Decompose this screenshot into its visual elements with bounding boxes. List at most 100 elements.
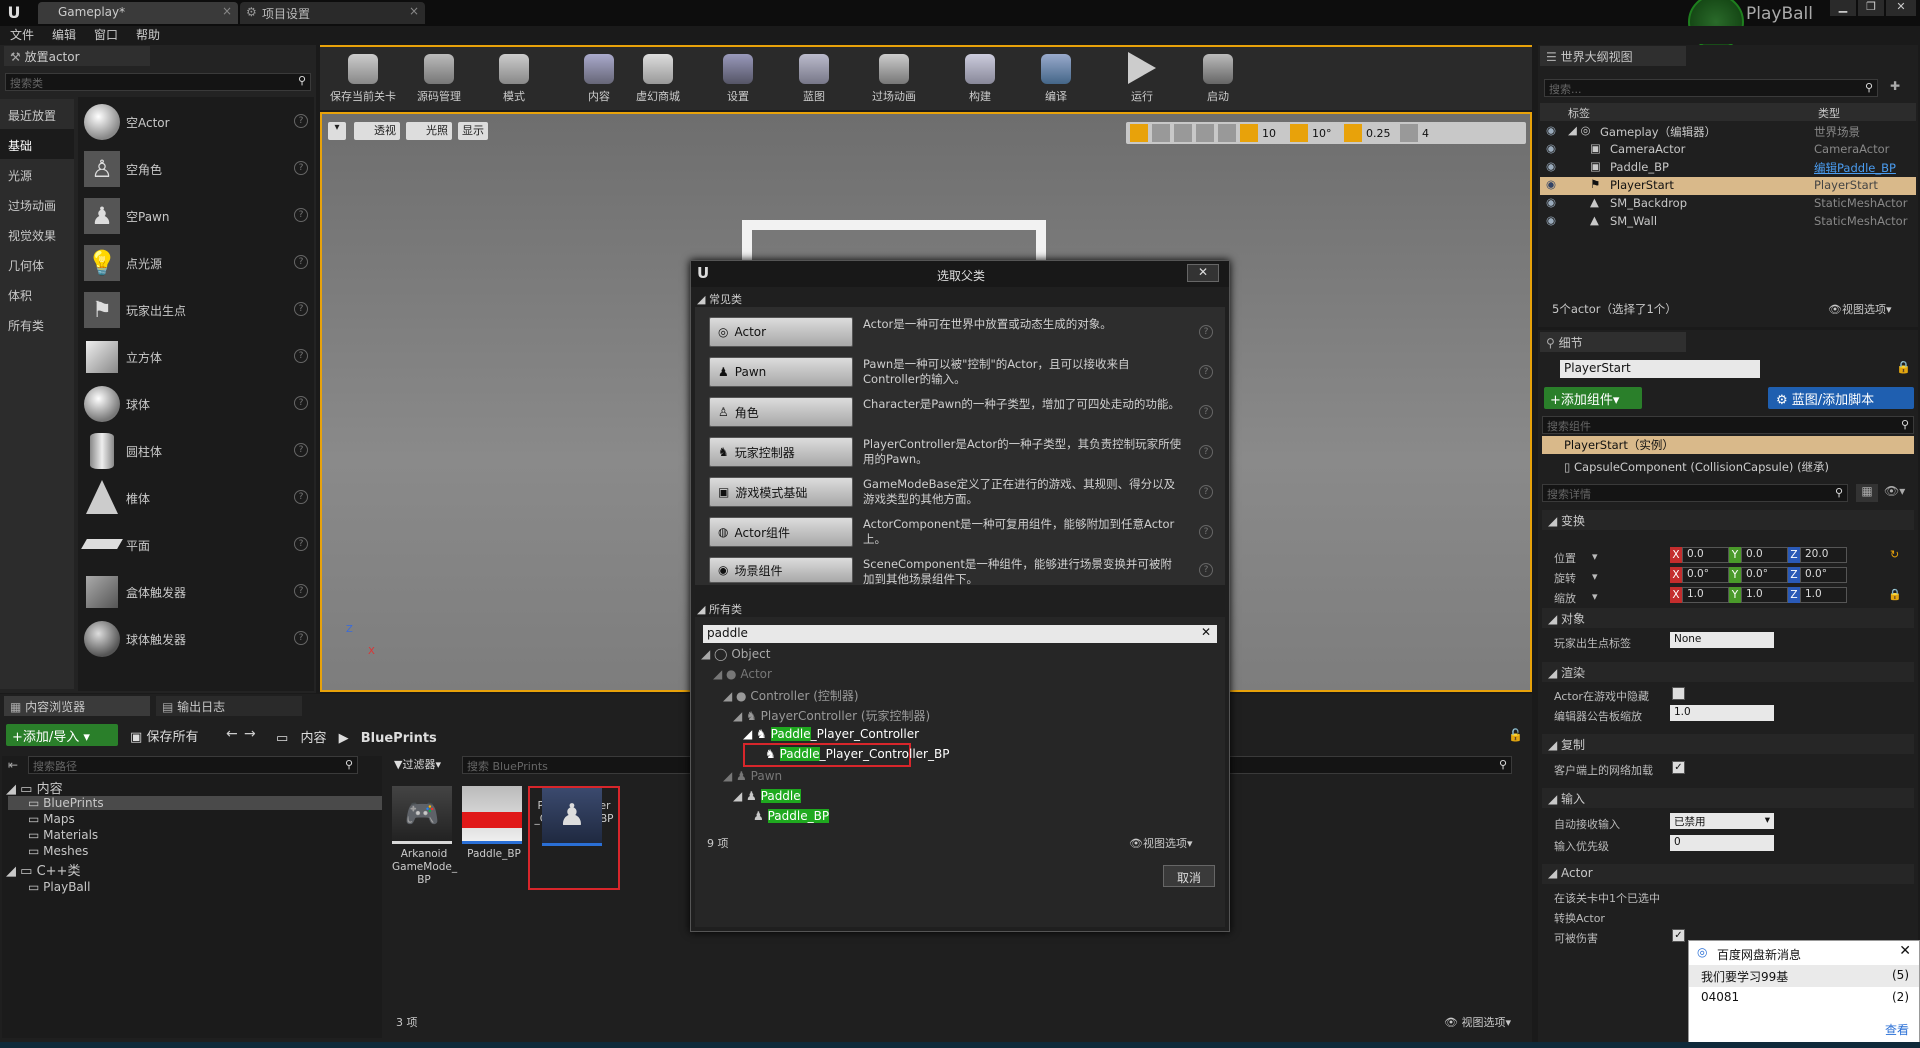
category-recent[interactable]: 最近放置	[0, 99, 74, 129]
save-all-button[interactable]: ▣ 保存所有	[124, 724, 214, 746]
class-game-mode-button[interactable]: ▣ 游戏模式基础	[709, 477, 853, 507]
add-actor-icon[interactable]: ✚	[1890, 79, 1900, 93]
folder-playball[interactable]: ▭ PlayBall	[28, 880, 90, 894]
breadcrumb-current[interactable]: BluePrints	[361, 731, 437, 746]
camera-speed-icon[interactable]	[1400, 124, 1418, 142]
build-button[interactable]: 构建	[950, 47, 1010, 110]
auto-receive-dropdown[interactable]: 已禁用 ▾	[1670, 813, 1774, 829]
help-icon[interactable]: ?	[294, 537, 308, 551]
filter-button[interactable]: ▼过滤器▾	[394, 756, 456, 774]
sources-toggle-icon[interactable]: ⇤	[8, 758, 18, 772]
add-component-button[interactable]: +添加组件▾	[1544, 387, 1642, 409]
marketplace-button[interactable]: 虚幻商城	[628, 47, 688, 110]
outliner-search-input[interactable]: 搜索... ⚲	[1544, 79, 1878, 97]
outliner-row[interactable]: ◉ ▣ CameraActor CameraActor	[1540, 141, 1916, 159]
category-basic[interactable]: 基础	[0, 129, 74, 159]
blueprint-add-script-button[interactable]: ⚙ 蓝图/添加脚本	[1768, 387, 1914, 409]
outliner-tab[interactable]: ☰ 世界大纲视图	[1540, 46, 1686, 66]
section-actor[interactable]: ◢ Actor	[1542, 864, 1914, 884]
class-search-input[interactable]: paddle ✕	[703, 625, 1217, 643]
help-icon[interactable]: ?	[294, 255, 308, 269]
unreal-logo-icon[interactable]: U	[4, 2, 24, 22]
folder-maps[interactable]: ▭ Maps	[28, 812, 75, 826]
component-root[interactable]: PlayerStart（实例）	[1542, 436, 1914, 454]
output-log-tab[interactable]: ▤ 输出日志	[156, 696, 302, 716]
outliner-row[interactable]: ◉ ▣ Paddle_BP 编辑Paddle_BP	[1540, 159, 1916, 177]
source-control-button[interactable]: 源码管理	[404, 47, 474, 110]
eye-icon[interactable]: ◉	[1546, 177, 1556, 191]
scale-z[interactable]: 1.0	[1800, 587, 1847, 603]
outliner-row[interactable]: ◉ ▲ SM_Wall StaticMeshActor	[1540, 213, 1916, 231]
add-import-button[interactable]: +添加/导入 ▾	[6, 724, 118, 746]
tree-pawn[interactable]: ◢ ♟ Pawn	[723, 769, 782, 783]
category-lights[interactable]: 光源	[0, 159, 74, 189]
place-actor-tab[interactable]: ⚒ 放置actor	[4, 46, 150, 66]
asset-tile[interactable]: Paddle_BP	[462, 786, 526, 882]
menu-help[interactable]: 帮助	[136, 26, 160, 44]
eye-icon[interactable]: 👁▾	[1884, 484, 1905, 498]
actor-name-field[interactable]: PlayerStart	[1560, 360, 1760, 378]
place-item-cylinder[interactable]: 圆柱体?	[78, 429, 314, 473]
rot-size[interactable]: 10°	[1312, 127, 1340, 140]
help-icon[interactable]: ?	[1199, 445, 1213, 459]
help-icon[interactable]: ?	[1199, 563, 1213, 577]
net-load-checkbox[interactable]: ✓	[1672, 761, 1685, 774]
eye-icon[interactable]: ◉	[1546, 195, 1556, 209]
eye-icon[interactable]: ◉	[1546, 213, 1556, 227]
notification-line2[interactable]: 04081 (2)	[1689, 987, 1919, 1009]
place-item-sphere-trigger[interactable]: 球体触发器?	[78, 617, 314, 661]
maximize-button[interactable]: ❐	[1858, 0, 1884, 16]
help-icon[interactable]: ?	[294, 631, 308, 645]
folder-blueprints[interactable]: ▭ BluePrints	[8, 796, 382, 810]
dialog-view-options[interactable]: 👁视图选项▾	[1129, 835, 1193, 851]
dialog-close-button[interactable]: ✕	[1187, 264, 1219, 282]
play-button[interactable]: 运行	[1112, 47, 1172, 110]
notification-view-link[interactable]: 查看	[1885, 1021, 1909, 1038]
tab-project-settings[interactable]: ⚙ 项目设置 ×	[240, 2, 425, 24]
surface-snap-icon[interactable]	[1218, 124, 1236, 142]
place-item-box-trigger[interactable]: 盒体触发器?	[78, 570, 314, 614]
outliner-row[interactable]: ◉ ◢ ◎ Gameplay（编辑器） 世界场景	[1540, 123, 1916, 141]
help-icon[interactable]: ?	[1199, 365, 1213, 379]
notification-line1[interactable]: 我们要学习99基 (5)	[1689, 965, 1919, 987]
category-geometry[interactable]: 几何体	[0, 249, 74, 279]
folder-meshes[interactable]: ▭ Meshes	[28, 844, 88, 858]
class-actor-component-button[interactable]: ◍ Actor组件	[709, 517, 853, 547]
help-icon[interactable]: ?	[294, 396, 308, 410]
minimize-button[interactable]: ▁	[1830, 0, 1856, 16]
component-capsule[interactable]: ▯ CapsuleComponent (CollisionCapsule) (继…	[1564, 459, 1829, 475]
menu-window[interactable]: 窗口	[94, 26, 118, 44]
asset-tile-selected[interactable]: ♟ Paddle_Player _Controller_ BP	[528, 786, 620, 890]
can-be-damaged-checkbox[interactable]: ✓	[1672, 929, 1685, 942]
world-icon[interactable]	[1196, 124, 1214, 142]
viewport-options-button[interactable]: ▾	[328, 122, 346, 140]
rotation-label[interactable]: 旋转	[1554, 570, 1576, 586]
category-cinematic[interactable]: 过场动画	[0, 189, 74, 219]
tree-paddle[interactable]: ◢ ♟ Paddle	[733, 789, 801, 803]
search-paths-input[interactable]: 搜索路径 ⚲	[28, 756, 358, 774]
rot-x[interactable]: 0.0°	[1682, 567, 1729, 583]
tree-paddle-bp[interactable]: ♟ Paddle_BP	[753, 809, 830, 823]
close-icon[interactable]: ×	[409, 4, 419, 18]
section-render[interactable]: ◢ 渲染	[1542, 662, 1914, 682]
help-icon[interactable]: ?	[1199, 325, 1213, 339]
place-item-point-light[interactable]: 💡 点光源?	[78, 241, 314, 285]
lock-icon[interactable]: 🔒	[1896, 360, 1911, 374]
scale-size[interactable]: 0.25	[1366, 127, 1396, 140]
camera-speed[interactable]: 4	[1422, 127, 1436, 140]
place-item-empty-pawn[interactable]: ♟ 空Pawn?	[78, 194, 314, 238]
class-scene-component-button[interactable]: ◉ 场景组件	[709, 557, 853, 583]
outliner-row[interactable]: ◉ ▲ SM_Backdrop StaticMeshActor	[1540, 195, 1916, 213]
view-options-button[interactable]: 👁 视图选项▾	[1444, 1014, 1511, 1030]
col-type[interactable]: 类型	[1818, 105, 1840, 121]
folder-cpp[interactable]: ◢ ▭ C++类	[6, 860, 80, 879]
menu-file[interactable]: 文件	[10, 26, 34, 44]
input-priority-field[interactable]: 0	[1670, 835, 1774, 851]
scale-x[interactable]: 1.0	[1682, 587, 1729, 603]
place-item-sphere[interactable]: 球体?	[78, 382, 314, 426]
lit-button[interactable]: 光照	[406, 122, 452, 140]
category-volumes[interactable]: 体积	[0, 279, 74, 309]
place-item-plane[interactable]: 平面?	[78, 523, 314, 567]
close-icon[interactable]: ×	[222, 4, 232, 18]
category-visual-effects[interactable]: 视觉效果	[0, 219, 74, 249]
